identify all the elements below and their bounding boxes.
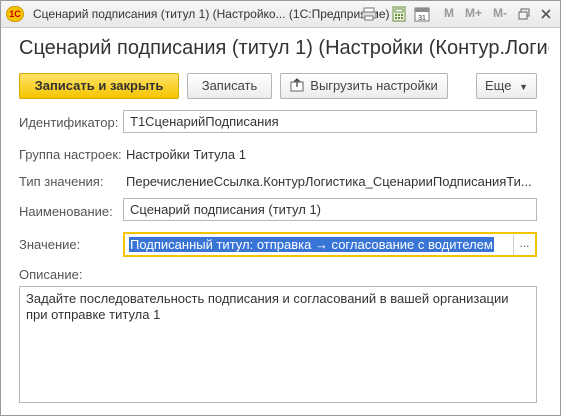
identifier-label: Идентификатор: [19, 115, 119, 130]
identifier-field[interactable]: Т1СценарийПодписания [123, 110, 537, 133]
description-label: Описание: [19, 267, 83, 282]
window-title: Сценарий подписания (титул 1) (Настройко… [33, 7, 390, 21]
export-icon [290, 76, 304, 92]
memory-add-button[interactable]: M+ [465, 6, 482, 20]
more-button[interactable]: Еще ▼ [476, 73, 537, 99]
memory-store-button[interactable]: M [444, 6, 454, 20]
description-textarea[interactable]: Задайте последовательность подписания и … [19, 286, 537, 403]
calendar-icon[interactable]: 31 [414, 6, 430, 22]
form-window: 1С Сценарий подписания (титул 1) (Настро… [0, 0, 561, 416]
value-field-text: Подписанный титул: отправка → согласован… [129, 237, 494, 252]
name-label: Наименование: [19, 204, 113, 219]
group-value: Настройки Титула 1 [126, 147, 246, 162]
title-bar: 1С Сценарий подписания (титул 1) (Настро… [1, 1, 560, 28]
calculator-icon[interactable] [391, 6, 407, 22]
select-button[interactable]: ... [513, 234, 535, 255]
app-logo-icon[interactable]: 1С [6, 6, 24, 22]
save-and-close-button[interactable]: Записать и закрыть [19, 73, 179, 99]
value-field[interactable]: Подписанный титул: отправка → согласован… [123, 232, 537, 257]
svg-text:31: 31 [418, 15, 426, 22]
more-label: Еще [485, 78, 512, 93]
value-type-label: Тип значения: [19, 174, 104, 189]
save-button[interactable]: Записать [187, 73, 272, 99]
restore-window-icon[interactable] [517, 6, 531, 22]
group-label: Группа настроек: [19, 147, 122, 162]
name-field[interactable]: Сценарий подписания (титул 1) [123, 198, 537, 221]
close-icon[interactable] [539, 6, 553, 22]
value-label: Значение: [19, 237, 81, 252]
chevron-down-icon: ▼ [519, 82, 528, 92]
value-type-value: ПеречислениеСсылка.КонтурЛогистика_Сцена… [126, 174, 532, 189]
print-icon[interactable] [361, 6, 377, 22]
form-heading: Сценарий подписания (титул 1) (Настройки… [19, 37, 549, 59]
export-settings-button[interactable]: Выгрузить настройки [280, 73, 448, 99]
export-settings-label: Выгрузить настройки [310, 78, 438, 93]
memory-subtract-button[interactable]: M- [493, 6, 507, 20]
